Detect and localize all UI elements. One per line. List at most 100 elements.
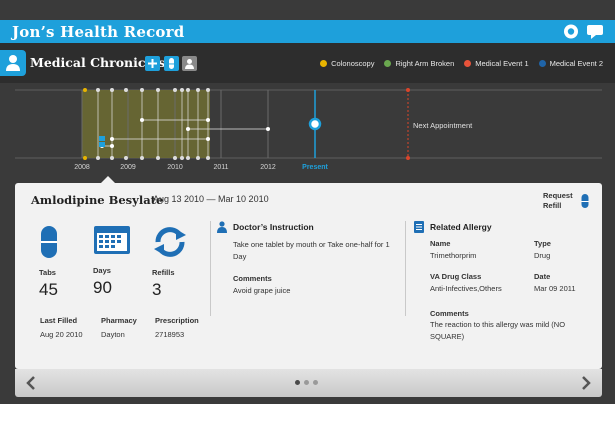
event-marker[interactable] [124, 88, 128, 92]
prescription-field: Prescription 2718953 [155, 316, 199, 339]
document-icon [414, 221, 424, 233]
selection-pointer [101, 176, 115, 183]
event-marker[interactable] [83, 88, 87, 92]
request-refill-button[interactable]: Request Refill [543, 191, 592, 211]
event-marker[interactable] [206, 156, 210, 160]
event-marker[interactable] [156, 156, 160, 160]
event-marker[interactable] [186, 156, 190, 160]
refills-label: Refills [152, 268, 175, 277]
event-marker[interactable] [196, 88, 200, 92]
profile-tab[interactable] [0, 50, 26, 76]
last-filled-field: Last Filled Aug 20 2010 [40, 316, 83, 339]
legend-item[interactable]: Medical Event 1 [464, 59, 529, 68]
page-dot[interactable] [313, 380, 318, 385]
event-marker[interactable] [140, 156, 144, 160]
pill-icon [41, 226, 57, 258]
legend-label: Medical Event 1 [475, 59, 529, 68]
medication-icon [169, 58, 174, 69]
column-divider [210, 221, 211, 316]
legend-dot-icon [464, 60, 472, 67]
next-appointment-marker[interactable] [406, 156, 410, 160]
event-span-start[interactable] [110, 137, 114, 141]
record-icon[interactable] [562, 23, 580, 40]
legend-item[interactable]: Right Arm Broken [384, 59, 454, 68]
selected-medication-marker[interactable] [99, 136, 105, 141]
card-navigation-bar [15, 369, 602, 397]
medication-marker[interactable] [99, 142, 105, 147]
pharmacy-field: Pharmacy Dayton [101, 316, 137, 339]
legend-dot-icon [320, 60, 328, 67]
next-appointment-marker[interactable] [406, 88, 410, 92]
person-icon [185, 59, 194, 69]
previous-arrow-icon[interactable] [23, 375, 39, 391]
pagination-dots [295, 380, 318, 385]
refresh-icon [154, 227, 186, 257]
event-marker[interactable] [140, 88, 144, 92]
timeline-chart[interactable]: 2008 2009 2010 2011 2012 Present Next Appointm… [0, 83, 615, 183]
legend-item[interactable]: Medical Event 2 [538, 59, 603, 68]
message-icon[interactable] [586, 23, 604, 40]
event-span-end[interactable] [206, 137, 210, 141]
allergy-comments-text: The reaction to this allergy was mild (N… [430, 320, 566, 341]
drug-name: Amlodipine Besylate [31, 193, 164, 207]
event-span-end[interactable] [266, 127, 270, 131]
event-marker[interactable] [96, 88, 100, 92]
add-button[interactable] [145, 56, 160, 71]
event-span-start[interactable] [140, 118, 144, 122]
calendar-icon [94, 226, 130, 254]
year-label: 2010 [167, 164, 183, 171]
page-dot[interactable] [295, 380, 300, 385]
legend-label: Right Arm Broken [395, 59, 455, 68]
doctor-icon [217, 221, 227, 233]
doctor-instruction-title: Doctor’s Instruction [233, 222, 314, 232]
add-icon [148, 59, 157, 68]
event-marker[interactable] [173, 156, 177, 160]
last-filled-label: Last Filled [40, 316, 78, 325]
event-span-start[interactable] [186, 127, 190, 131]
event-marker[interactable] [110, 88, 114, 92]
tabs-stat: Tabs 45 [39, 225, 89, 300]
prescription-value: 2718953 [155, 330, 185, 339]
tabs-label: Tabs [39, 268, 56, 277]
allergy-class-value: Anti-Infectives,Others [430, 284, 502, 293]
next-appointment-label: Next Appointment [413, 121, 473, 130]
related-allergy-title: Related Allergy [430, 222, 492, 232]
event-marker[interactable] [83, 156, 87, 160]
event-marker[interactable] [186, 88, 190, 92]
event-marker[interactable] [156, 88, 160, 92]
legend-dot-icon [538, 60, 546, 67]
event-marker[interactable] [96, 156, 100, 160]
person-icon [6, 55, 20, 71]
legend-label: Colonoscopy [331, 59, 375, 68]
event-marker[interactable] [206, 88, 210, 92]
present-marker[interactable] [308, 117, 322, 131]
year-label: 2011 [213, 164, 228, 171]
title-bar: Jon’s Health Record [0, 20, 615, 43]
pharmacy-label: Pharmacy [101, 316, 137, 325]
event-marker[interactable] [196, 156, 200, 160]
refills-value: 3 [152, 280, 162, 299]
drug-date-range: Aug 13 2010 — Mar 10 2010 [153, 194, 269, 204]
allergy-type-value: Drug [534, 251, 551, 260]
event-span-end[interactable] [110, 144, 114, 148]
next-arrow-icon[interactable] [578, 375, 594, 391]
event-marker[interactable] [124, 156, 128, 160]
event-marker[interactable] [180, 88, 184, 92]
medication-filter-button[interactable] [164, 56, 179, 71]
event-span-end[interactable] [206, 118, 210, 122]
event-marker[interactable] [110, 156, 114, 160]
legend-label: Medical Event 2 [549, 59, 603, 68]
event-marker[interactable] [173, 88, 177, 92]
medication-detail-card: Amlodipine Besylate Aug 13 2010 — Mar 10… [15, 183, 602, 369]
section-header: Medical Chronicles Colonoscopy Right Arm … [0, 43, 615, 83]
event-marker[interactable] [180, 156, 184, 160]
legend-item[interactable]: Colonoscopy [320, 59, 374, 68]
window-title: Jon’s Health Record [12, 23, 185, 41]
days-stat: Days 90 [93, 225, 143, 298]
pill-icon [581, 194, 589, 208]
refills-stat: Refills 3 [152, 225, 202, 300]
days-label: Days [93, 266, 111, 275]
legend: Colonoscopy Right Arm Broken Medical Event… [320, 59, 603, 68]
page-dot[interactable] [304, 380, 309, 385]
person-filter-button[interactable] [182, 56, 197, 71]
